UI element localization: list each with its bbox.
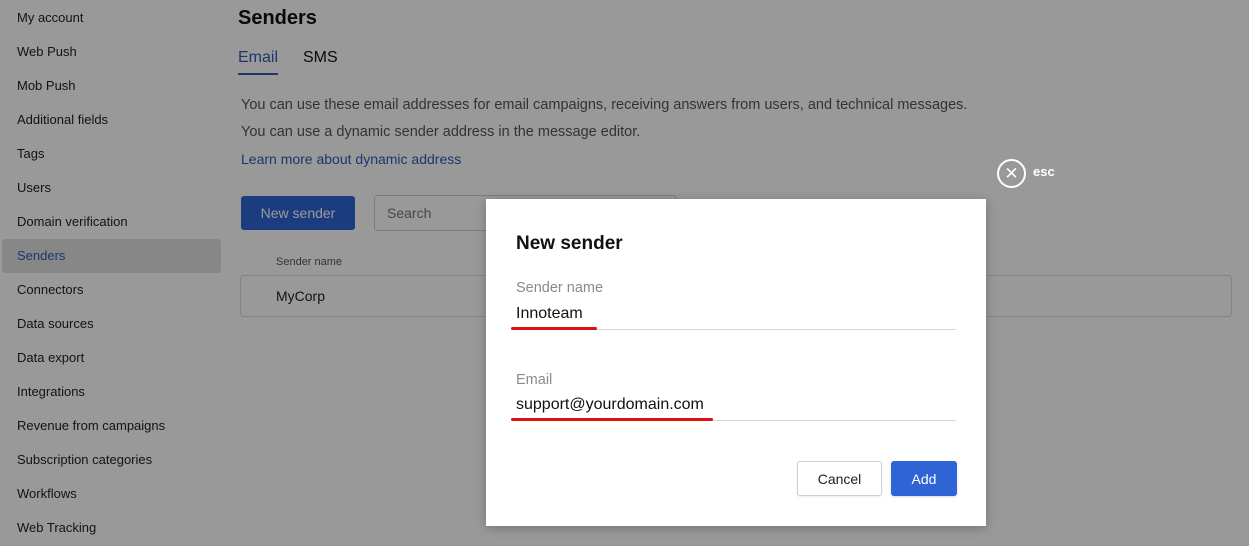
new-sender-dialog: New sender Sender name Innoteam Email su… (486, 199, 986, 526)
cancel-button[interactable]: Cancel (797, 461, 882, 496)
annotation-underline (511, 327, 597, 330)
sender-name-label: Sender name (516, 280, 604, 296)
annotation-underline (511, 418, 713, 421)
sender-name-field[interactable]: Innoteam (516, 305, 583, 323)
email-field[interactable]: support@yourdomain.com (516, 396, 704, 414)
dialog-title: New sender (516, 233, 623, 254)
add-button[interactable]: Add (891, 461, 957, 496)
email-label: Email (516, 372, 553, 388)
esc-label: esc (1033, 163, 1055, 179)
esc-close-button[interactable]: ✕ esc (997, 158, 1055, 188)
close-icon[interactable]: ✕ (997, 158, 1026, 188)
